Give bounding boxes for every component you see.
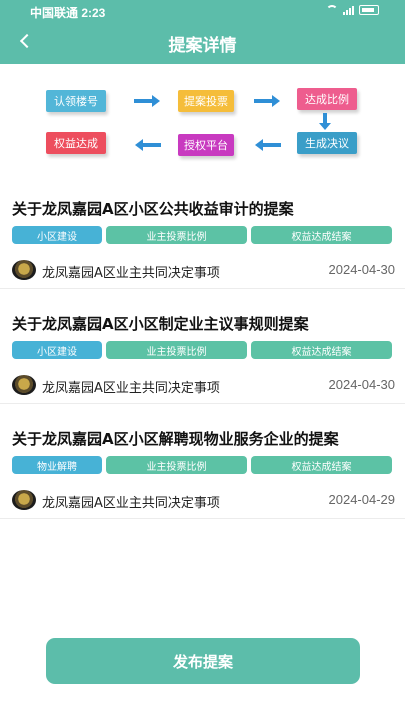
proposal-tags: 小区建设 业主投票比例 权益达成结案 — [0, 226, 405, 244]
flow-step-generate-resolution: 生成决议 — [297, 132, 357, 154]
rights-closed-tag: 权益达成结案 — [251, 226, 392, 244]
left-arrow-icon — [255, 139, 281, 151]
vote-ratio-tag: 业主投票比例 — [106, 226, 247, 244]
category-tag: 小区建设 — [12, 226, 102, 244]
proposal-meta: 龙凤嘉园A区业主共同决定事项 2024-04-29 — [0, 484, 405, 518]
avatar — [12, 260, 36, 280]
avatar — [12, 375, 36, 395]
battery-icon — [359, 5, 379, 15]
proposal-list: 关于龙凤嘉园A区小区公共收益审计的提案 小区建设 业主投票比例 权益达成结案 龙… — [0, 188, 405, 519]
status-time: 中国联通 2:23 — [30, 6, 106, 20]
flow-step-rights-achieved: 权益达成 — [46, 132, 106, 154]
category-tag: 物业解聘 — [12, 456, 102, 474]
proposal-tags: 小区建设 业主投票比例 权益达成结案 — [0, 341, 405, 359]
left-arrow-icon — [135, 139, 161, 151]
status-icons — [326, 5, 379, 15]
proposal-author: 龙凤嘉园A区业主共同决定事项 — [42, 496, 220, 511]
proposal-tags: 物业解聘 业主投票比例 权益达成结案 — [0, 456, 405, 474]
proposal-author: 龙凤嘉园A区业主共同决定事项 — [42, 381, 220, 396]
publish-proposal-button[interactable]: 发布提案 — [46, 638, 360, 684]
proposal-date: 2024-04-30 — [328, 262, 396, 277]
flow-step-proposal-vote: 提案投票 — [178, 90, 234, 112]
category-tag: 小区建设 — [12, 341, 102, 359]
process-flow-diagram: 认领楼号 提案投票 达成比例 生成决议 授权平台 权益达成 — [0, 64, 405, 184]
flow-step-reach-ratio: 达成比例 — [297, 88, 357, 110]
proposal-meta: 龙凤嘉园A区业主共同决定事项 2024-04-30 — [0, 369, 405, 403]
avatar — [12, 490, 36, 510]
proposal-title: 关于龙凤嘉园A区小区解聘现物业服务企业的提案 — [12, 430, 339, 448]
wifi-icon — [326, 5, 338, 15]
right-arrow-icon — [134, 95, 160, 107]
signal-icon — [343, 5, 354, 15]
proposal-date: 2024-04-30 — [328, 377, 396, 392]
proposal-title: 关于龙凤嘉园A区小区公共收益审计的提案 — [12, 200, 294, 218]
right-arrow-icon — [254, 95, 280, 107]
proposal-card[interactable]: 关于龙凤嘉园A区小区制定业主议事规则提案 小区建设 业主投票比例 权益达成结案 … — [0, 289, 405, 404]
page-title: 提案详情 — [168, 36, 237, 56]
flow-step-authorize-platform: 授权平台 — [178, 134, 234, 156]
rights-closed-tag: 权益达成结案 — [251, 456, 392, 474]
rights-closed-tag: 权益达成结案 — [251, 341, 392, 359]
status-bar: 中国联通 2:23 — [0, 0, 405, 22]
proposal-title: 关于龙凤嘉园A区小区制定业主议事规则提案 — [12, 315, 309, 333]
vote-ratio-tag: 业主投票比例 — [106, 456, 247, 474]
main-content: 认领楼号 提案投票 达成比例 生成决议 授权平台 权益达成 关于龙凤嘉园A区小区… — [0, 64, 405, 720]
proposal-meta: 龙凤嘉园A区业主共同决定事项 2024-04-30 — [0, 254, 405, 288]
flow-step-claim-building: 认领楼号 — [46, 90, 106, 112]
app-header: 中国联通 2:23 提案详情 — [0, 0, 405, 64]
vote-ratio-tag: 业主投票比例 — [106, 341, 247, 359]
proposal-date: 2024-04-29 — [328, 492, 396, 507]
proposal-card[interactable]: 关于龙凤嘉园A区小区解聘现物业服务企业的提案 物业解聘 业主投票比例 权益达成结… — [0, 404, 405, 519]
proposal-card[interactable]: 关于龙凤嘉园A区小区公共收益审计的提案 小区建设 业主投票比例 权益达成结案 龙… — [0, 188, 405, 289]
proposal-author: 龙凤嘉园A区业主共同决定事项 — [42, 266, 220, 281]
down-arrow-icon — [319, 113, 331, 130]
